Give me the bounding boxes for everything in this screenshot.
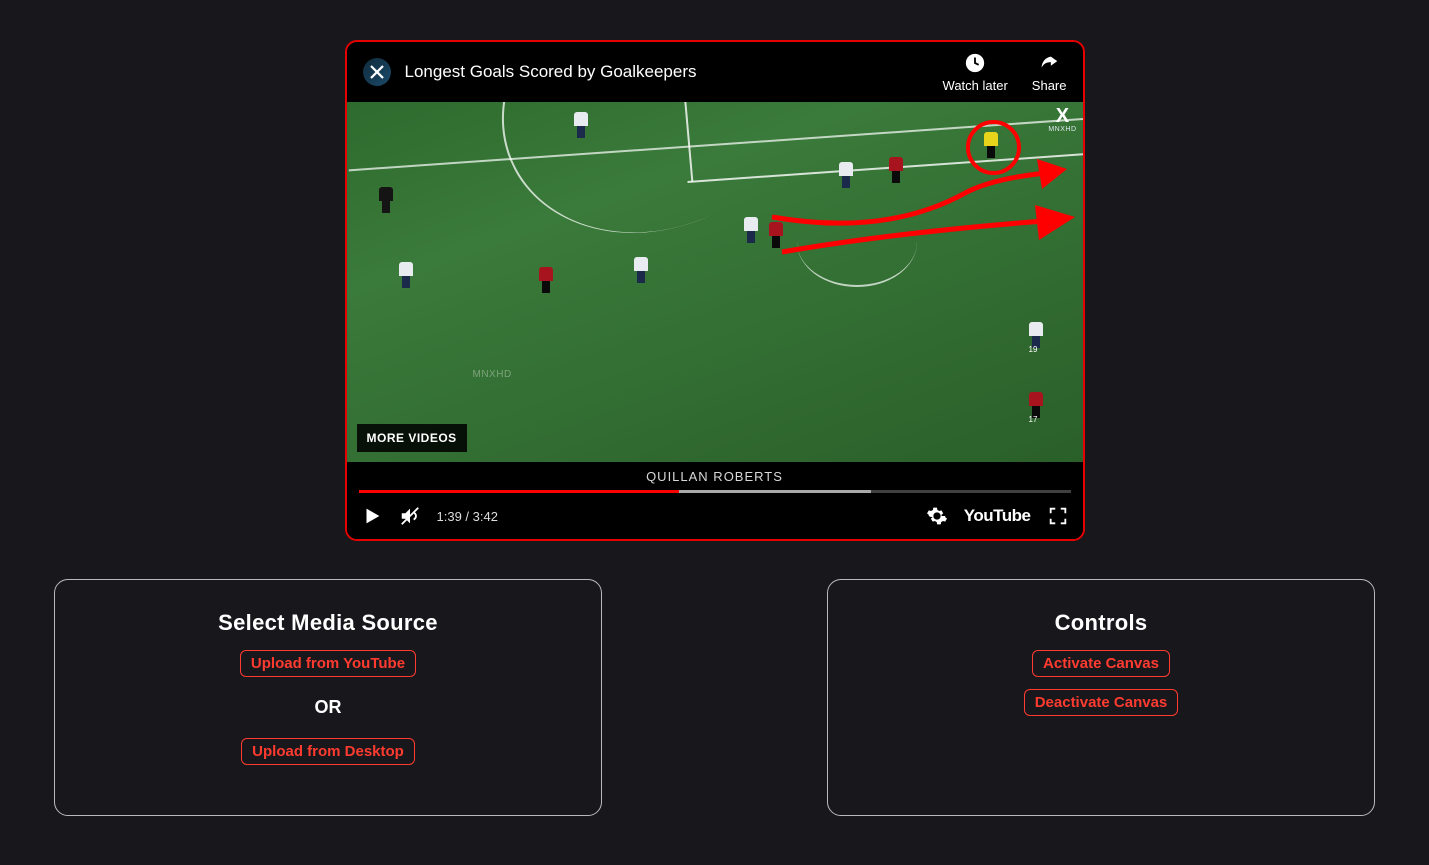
player-controls: 1:39 / 3:42 YouTube — [347, 493, 1083, 539]
or-separator: OR — [315, 697, 342, 718]
share-label: Share — [1032, 78, 1067, 93]
watch-later-button[interactable]: Watch later — [943, 52, 1008, 93]
deactivate-canvas-button[interactable]: Deactivate Canvas — [1024, 689, 1179, 716]
video-viewport[interactable]: 19 17 X MNXHD MNXHD MORE VIDEOS — [347, 102, 1083, 462]
video-title[interactable]: Longest Goals Scored by Goalkeepers — [405, 62, 943, 82]
youtube-logo[interactable]: YouTube — [964, 506, 1031, 526]
upload-youtube-button[interactable]: Upload from YouTube — [240, 650, 416, 677]
caption-band: QUILLAN ROBERTS — [347, 462, 1083, 490]
watch-later-label: Watch later — [943, 78, 1008, 93]
annotation-arrow-bottom — [777, 202, 1077, 262]
progress-bar[interactable] — [359, 490, 1071, 493]
share-icon — [1038, 52, 1060, 74]
video-watermark: MNXHD — [473, 369, 512, 380]
caption-text: QUILLAN ROBERTS — [646, 469, 783, 484]
media-source-title: Select Media Source — [75, 610, 581, 636]
controls-panel: Controls Activate Canvas Deactivate Canv… — [827, 579, 1375, 816]
settings-icon[interactable] — [926, 505, 948, 527]
media-source-panel: Select Media Source Upload from YouTube … — [54, 579, 602, 816]
video-header: Longest Goals Scored by Goalkeepers Watc… — [347, 42, 1083, 102]
upload-desktop-button[interactable]: Upload from Desktop — [241, 738, 415, 765]
mute-icon[interactable] — [399, 505, 421, 527]
share-button[interactable]: Share — [1032, 52, 1067, 93]
progress-played — [359, 490, 679, 493]
more-videos-button[interactable]: MORE VIDEOS — [357, 424, 467, 452]
video-player: Longest Goals Scored by Goalkeepers Watc… — [345, 40, 1085, 541]
time-display: 1:39 / 3:42 — [437, 509, 498, 524]
play-icon[interactable] — [361, 505, 383, 527]
clock-icon — [964, 52, 986, 74]
channel-avatar[interactable] — [363, 58, 391, 86]
controls-title: Controls — [848, 610, 1354, 636]
broadcast-logo: X MNXHD — [1048, 106, 1076, 133]
activate-canvas-button[interactable]: Activate Canvas — [1032, 650, 1170, 677]
fullscreen-icon[interactable] — [1047, 505, 1069, 527]
